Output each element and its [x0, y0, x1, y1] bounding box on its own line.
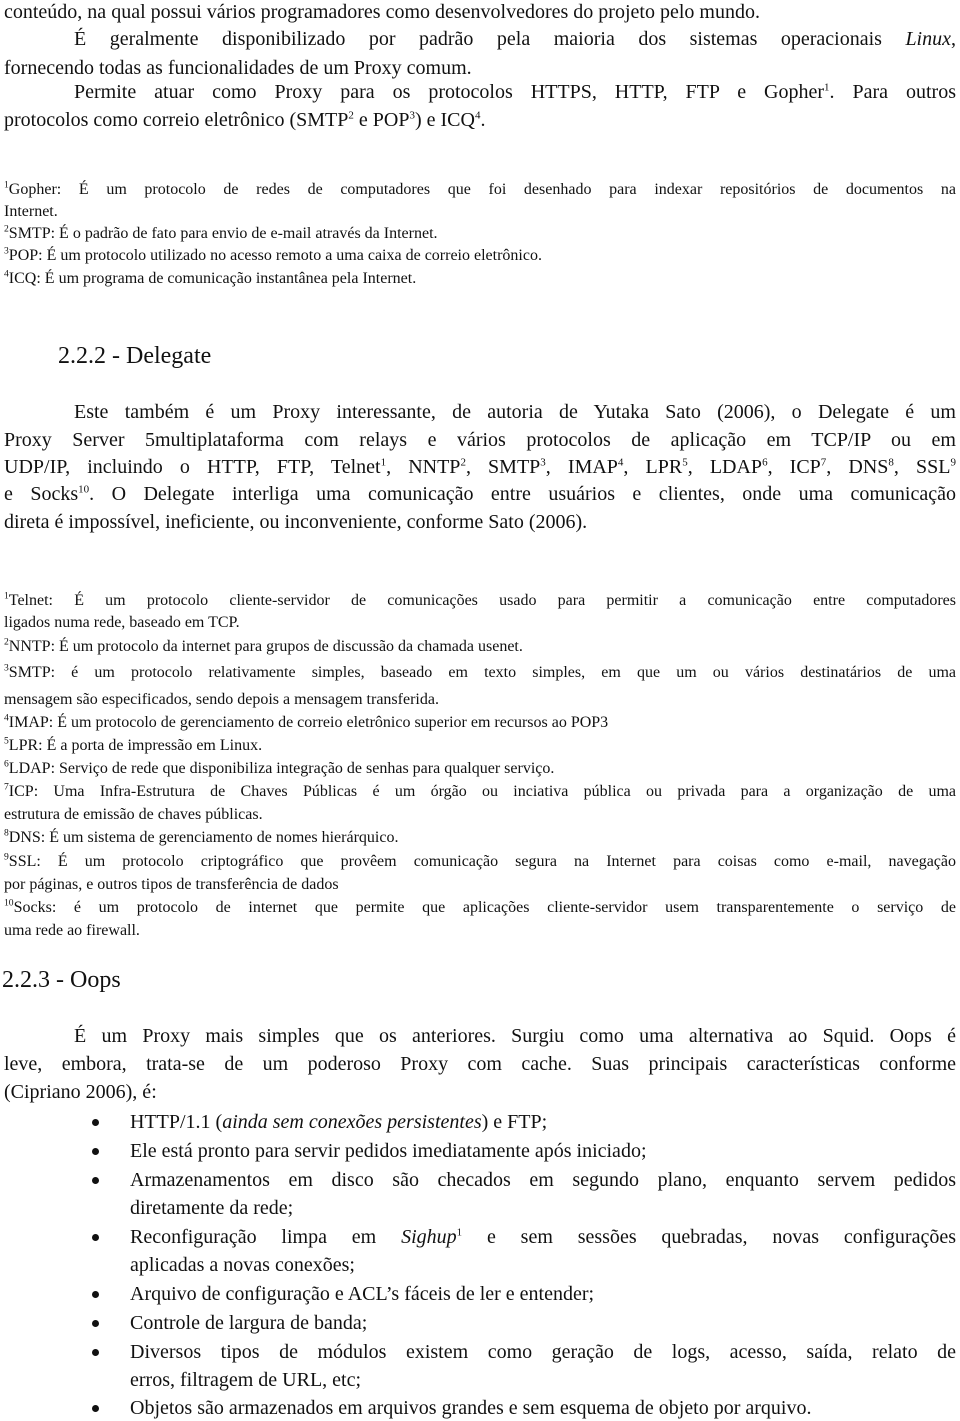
linux-term: Linux — [905, 28, 951, 50]
delegate-line-5: direta é impossível, ineficiente, ou inc… — [4, 511, 588, 533]
bullet-icon — [92, 1177, 99, 1184]
intro-paragraph-2-line-1: É geralmente disponibilizado por padrão … — [74, 28, 956, 50]
bullet-item-reconfig: Reconfiguração limpa em Sighup1 e sem se… — [92, 1225, 956, 1249]
intro-paragraph-3-line-1: Permite atuar como Proxy para os protoco… — [74, 81, 956, 103]
bullet-icon — [92, 1349, 99, 1356]
delegate-line-1: Este também é um Proxy interessante, de … — [74, 401, 956, 423]
footnote-9-ssl: 9SSL: É um protocolo criptográfico que p… — [4, 851, 956, 870]
footnote-5-lpr: 5LPR: É a porta de impressão em Linux. — [4, 735, 263, 754]
delegate-line-4: e Socks10. O Delegate interliga uma comu… — [4, 483, 956, 505]
footnote-1-gopher: 1Gopher: É um protocolo de redes de comp… — [4, 179, 956, 198]
delegate-line-3: UDP/IP, incluindo o HTTP, FTP, Telnet1, … — [4, 456, 957, 478]
footnote-4-imap: 4IMAP: É um protocolo de gerenciamento d… — [4, 712, 609, 731]
bullet-item-objects: Objetos são armazenados em arquivos gran… — [92, 1396, 811, 1420]
footnote-9-ssl-line-2: por páginas, e outros tipos de transferê… — [4, 876, 339, 893]
oops-line-1: É um Proxy mais simples que os anteriore… — [74, 1025, 956, 1047]
bullet-item-http: HTTP/1.1 (ainda sem conexões persistente… — [92, 1110, 547, 1134]
footnote-1-telnet-line-2: ligados numa rede, baseado em TCP. — [4, 614, 240, 631]
bullet-icon — [92, 1119, 99, 1126]
footnote-7-icp-line-2: estrutura de emissão de chaves públicas. — [4, 806, 263, 823]
bullet-icon — [92, 1234, 99, 1241]
footnote-10-socks-line-2: uma rede ao firewall. — [4, 922, 140, 939]
footnote-1-gopher-line-2: Internet. — [4, 203, 58, 220]
bullet-icon — [92, 1320, 99, 1327]
intro-line-1: conteúdo, na qual possui vários programa… — [4, 1, 760, 23]
bullet-icon — [92, 1405, 99, 1412]
delegate-line-2: Proxy Server 5multiplataforma com relays… — [4, 429, 956, 451]
bullet-item-modules: Diversos tipos de módulos existem como g… — [92, 1340, 956, 1364]
oops-line-3: (Cipriano 2006), é: — [4, 1081, 157, 1103]
footnote-3-pop: 3POP: É um protocolo utilizado no acesso… — [4, 245, 542, 264]
footnote-ref[interactable]: 9 — [951, 456, 957, 468]
oops-line-2: leve, embora, trata-se de um poderoso Pr… — [4, 1053, 956, 1075]
footnote-7-icp: 7ICP: Uma Infra-Estrutura de Chaves Públ… — [4, 781, 956, 800]
intro-paragraph-2-line-2: fornecendo todas as funcionalidades de u… — [4, 57, 472, 79]
intro-paragraph-3-line-2: protocolos como correio eletrônico (SMTP… — [4, 109, 486, 131]
bullet-item-reconfig-line-2: aplicadas a novas conexões; — [130, 1254, 355, 1276]
footnote-8-dns: 8DNS: É um sistema de gerenciamento de n… — [4, 827, 399, 846]
footnote-ref[interactable]: 10 — [78, 483, 89, 495]
bullet-item-storage-line-2: diretamente da rede; — [130, 1197, 294, 1219]
footnote-2-nntp: 2NNTP: É um protocolo da internet para g… — [4, 636, 523, 655]
bullet-icon — [92, 1148, 99, 1155]
footnote-3-smtp-line-2: mensagem são especificados, sendo depois… — [4, 691, 439, 708]
footnote-10-socks: 10Socks: é um protocolo de internet que … — [4, 897, 956, 916]
footnote-1-telnet: 1Telnet: É um protocolo cliente-servidor… — [4, 590, 956, 609]
bullet-item-config-file: Arquivo de configuração e ACL’s fáceis d… — [92, 1282, 594, 1306]
bullet-item-ready: Ele está pronto para servir pedidos imed… — [92, 1139, 647, 1163]
section-heading-oops: 2.2.3 - Oops — [2, 967, 121, 993]
footnote-4-icq: 4ICQ: É um programa de comunicação insta… — [4, 268, 417, 287]
footnote-6-ldap: 6LDAP: Serviço de rede que disponibiliza… — [4, 758, 555, 777]
section-heading-delegate: 2.2.2 - Delegate — [58, 343, 212, 369]
footnote-2-smtp: 2SMTP: É o padrão de fato para envio de … — [4, 223, 438, 242]
bullet-icon — [92, 1291, 99, 1298]
bullet-item-storage: Armazenamentos em disco são checados em … — [92, 1168, 956, 1192]
bullet-item-modules-line-2: erros, filtragem de URL, etc; — [130, 1369, 362, 1391]
bullet-item-bandwidth: Controle de largura de banda; — [92, 1311, 367, 1335]
footnote-3-smtp: 3SMTP: é um protocolo relativamente simp… — [4, 662, 956, 681]
